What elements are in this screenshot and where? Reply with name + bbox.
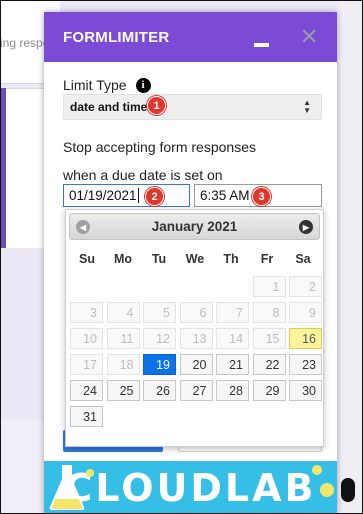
calendar-weekdays: Su Mo Tu We Th Fr Sa <box>69 252 321 266</box>
calendar-day-25[interactable]: 25 <box>106 380 140 401</box>
flask-icon <box>49 465 85 510</box>
close-icon[interactable]: ✕ <box>300 26 318 48</box>
banner-text: CLOUDLAB <box>64 465 317 510</box>
calendar-day-2: 2 <box>289 276 322 297</box>
calendar-day-5: 5 <box>143 302 176 323</box>
calendar-month-label: January 2021 <box>151 219 238 234</box>
calendar-day-3: 3 <box>70 302 103 323</box>
info-icon[interactable]: i <box>135 77 151 93</box>
background-active-stripe <box>0 88 6 248</box>
bubble-icon <box>312 465 322 475</box>
calendar-day-9: 9 <box>289 302 322 323</box>
minimize-icon[interactable] <box>254 43 269 47</box>
weekday-label: Tu <box>151 252 167 266</box>
calendar-day-22[interactable]: 22 <box>252 354 286 375</box>
calendar-day-29[interactable]: 29 <box>252 380 286 401</box>
calendar-day-14: 14 <box>216 328 249 349</box>
calendar-day-19[interactable]: 19 <box>143 354 176 375</box>
calendar-day-31[interactable]: 31 <box>70 406 103 427</box>
calendar-day-30[interactable]: 30 <box>289 380 322 401</box>
calendar-day-24[interactable]: 24 <box>70 380 103 401</box>
weekday-label: Fr <box>260 252 274 266</box>
next-month-icon[interactable]: ▶ <box>299 220 313 234</box>
calendar-day-15: 15 <box>252 328 286 349</box>
limit-type-select[interactable]: date and time ▲ ▼ <box>63 94 322 120</box>
calendar-day-17: 17 <box>70 354 103 375</box>
prev-month-icon[interactable]: ◀ <box>76 220 90 234</box>
weekday-label: Mo <box>113 252 133 266</box>
calendar-day-1: 1 <box>252 276 286 297</box>
calendar-day-21[interactable]: 21 <box>216 354 249 375</box>
calendar-day-10: 10 <box>70 328 103 349</box>
scroll-handle[interactable] <box>341 478 355 502</box>
calendar-day-23[interactable]: 23 <box>289 354 322 375</box>
calendar-day-27[interactable]: 27 <box>179 380 213 401</box>
calendar-day-20[interactable]: 20 <box>179 354 213 375</box>
calendar-day-7: 7 <box>216 302 249 323</box>
annotation-badge-1: 1 <box>147 96 166 115</box>
calendar-day-26[interactable]: 26 <box>143 380 176 401</box>
date-input[interactable]: 01/19/2021 <box>63 184 190 207</box>
calendar-day-12: 12 <box>143 328 176 349</box>
calendar-day-18: 18 <box>106 354 140 375</box>
date-input-value: 01/19/2021 <box>69 188 137 203</box>
time-input-value: 6:35 AM <box>200 188 250 203</box>
text-cursor <box>137 188 139 203</box>
formlimiter-panel: FORMLIMITER ✕ Limit Type i date and time… <box>44 12 337 514</box>
weekday-label: Th <box>223 252 239 266</box>
annotation-badge-2: 2 <box>145 187 164 206</box>
limit-type-value: date and time <box>70 100 148 114</box>
cloudlab-banner: CLOUDLAB <box>44 461 337 514</box>
calendar-header: ◀ January 2021 ▶ <box>69 213 320 240</box>
stop-accepting-text: Stop accepting form responses <box>63 139 256 155</box>
weekday-label: Su <box>79 252 95 266</box>
annotation-badge-3: 3 <box>252 187 271 206</box>
weekday-label: We <box>185 252 205 266</box>
due-date-text: when a due date is set on <box>63 167 223 183</box>
calendar-day-4: 4 <box>106 302 140 323</box>
date-picker-calendar: ◀ January 2021 ▶ Su Mo Tu We Th Fr Sa 12345678… <box>65 209 324 447</box>
panel-header: FORMLIMITER ✕ <box>44 12 337 62</box>
calendar-day-8: 8 <box>252 302 286 323</box>
panel-title: FORMLIMITER <box>63 28 170 46</box>
limit-type-label: Limit Type <box>63 77 127 93</box>
calendar-day-28[interactable]: 28 <box>216 380 249 401</box>
bubble-icon <box>320 483 334 497</box>
background-right-strip <box>337 0 363 514</box>
limit-type-row: Limit Type i <box>63 77 151 93</box>
calendar-day-11: 11 <box>106 328 140 349</box>
weekday-label: Sa <box>295 252 311 266</box>
bubble-icon <box>86 469 94 477</box>
select-arrows-icon: ▲ ▼ <box>303 98 311 115</box>
calendar-day-13: 13 <box>179 328 213 349</box>
calendar-day-16[interactable]: 16 <box>289 328 322 349</box>
calendar-day-6: 6 <box>179 302 213 323</box>
